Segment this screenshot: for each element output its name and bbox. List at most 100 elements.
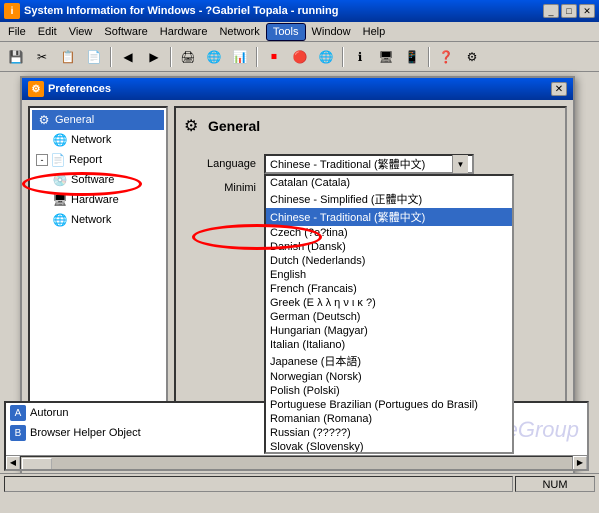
toolbar-back[interactable]: ◀ xyxy=(116,45,140,69)
lang-catalan[interactable]: Catalan (Catala) xyxy=(266,176,512,190)
browser-helper-icon: B xyxy=(10,425,26,441)
menu-view[interactable]: View xyxy=(63,24,99,40)
status-right: NUM xyxy=(515,476,595,492)
content-title-text: General xyxy=(208,118,260,134)
window-title: System Information for Windows - ?Gabrie… xyxy=(24,5,539,17)
toolbar-phone[interactable]: 📱 xyxy=(400,45,424,69)
selected-language-text: Chinese - Traditional (繁體中文) xyxy=(270,156,452,172)
scroll-track[interactable] xyxy=(20,456,573,470)
lang-chinese-traditional[interactable]: Chinese - Traditional (繁體中文) xyxy=(266,208,512,226)
main-area: ⚙ Preferences ✕ ⚙ General 🌐 Network - 📄 … xyxy=(0,72,599,493)
scroll-thumb[interactable] xyxy=(22,458,52,470)
menu-bar: File Edit View Software Hardware Network… xyxy=(0,22,599,42)
dialog-close-button[interactable]: ✕ xyxy=(551,82,567,96)
menu-tools[interactable]: Tools xyxy=(266,23,306,41)
content-panel: ⚙ General Language Chinese - Traditional… xyxy=(174,106,567,428)
lang-german[interactable]: German (Deutsch) xyxy=(266,310,512,324)
menu-help[interactable]: Help xyxy=(357,24,392,40)
lang-english[interactable]: English xyxy=(266,268,512,282)
toolbar-save[interactable]: 💾 xyxy=(4,45,28,69)
toolbar-sep4 xyxy=(342,47,344,67)
toolbar-chart[interactable]: 📊 xyxy=(228,45,252,69)
toolbar-fwd[interactable]: ▶ xyxy=(142,45,166,69)
status-bar: NUM xyxy=(0,473,599,493)
language-label: Language xyxy=(184,158,264,170)
dialog-title-text: Preferences xyxy=(48,83,547,95)
lang-russian[interactable]: Russian (?????) xyxy=(266,426,512,440)
status-left xyxy=(4,476,513,492)
menu-hardware[interactable]: Hardware xyxy=(154,24,214,40)
toolbar-info[interactable]: ℹ xyxy=(348,45,372,69)
scroll-right-btn[interactable]: ▶ xyxy=(573,456,587,470)
lang-japanese[interactable]: Japanese (日本語) xyxy=(266,352,512,370)
menu-network[interactable]: Network xyxy=(213,24,265,40)
toolbar-settings[interactable]: ⚙ xyxy=(460,45,484,69)
lang-portuguese[interactable]: Portuguese Brazilian (Portugues do Brasi… xyxy=(266,398,512,412)
dialog-body: ⚙ General 🌐 Network - 📄 Report 💿 Softwar… xyxy=(22,100,573,434)
report-icon: 📄 xyxy=(50,152,66,168)
tree-report-label: Report xyxy=(69,154,102,166)
tree-panel: ⚙ General 🌐 Network - 📄 Report 💿 Softwar… xyxy=(28,106,168,428)
report-expand[interactable]: - xyxy=(36,154,48,166)
lang-hungarian[interactable]: Hungarian (Magyar) xyxy=(266,324,512,338)
toolbar-monitor[interactable]: 🖥 xyxy=(374,45,398,69)
tree-item-software[interactable]: 💿 Software xyxy=(32,170,164,190)
language-dropdown-container: Chinese - Traditional (繁體中文) ▼ Catalan (… xyxy=(264,154,474,174)
lang-slovak[interactable]: Slovak (Slovensky) xyxy=(266,440,512,454)
bottom-scrollbar[interactable]: ◀ ▶ xyxy=(6,455,587,469)
dialog-icon: ⚙ xyxy=(28,81,44,97)
lang-romanian[interactable]: Romanian (Romana) xyxy=(266,412,512,426)
tree-item-network[interactable]: 🌐 Network xyxy=(32,130,164,150)
lang-norwegian[interactable]: Norwegian (Norsk) xyxy=(266,370,512,384)
scroll-left-btn[interactable]: ◀ xyxy=(6,456,20,470)
minimize-label: Minimi xyxy=(184,182,264,194)
toolbar-stop[interactable]: ⏹ xyxy=(262,45,286,69)
hardware-icon: 🖥 xyxy=(52,192,68,208)
toolbar-paste[interactable]: 📄 xyxy=(82,45,106,69)
maximize-button[interactable]: □ xyxy=(561,4,577,18)
window-controls[interactable]: _ □ ✕ xyxy=(543,4,595,18)
tree-item-report[interactable]: - 📄 Report xyxy=(32,150,164,170)
network-icon: 🌐 xyxy=(52,132,68,148)
toolbar-sep2 xyxy=(170,47,172,67)
language-dropdown[interactable]: Chinese - Traditional (繁體中文) ▼ xyxy=(264,154,474,174)
browser-helper-label: Browser Helper Object xyxy=(30,427,141,439)
lang-greek[interactable]: Greek (Ε λ λ η ν ι κ ?) xyxy=(266,296,512,310)
tree-item-hardware[interactable]: 🖥 Hardware xyxy=(32,190,164,210)
autorun-label: Autorun xyxy=(30,407,69,419)
autorun-icon: A xyxy=(10,405,26,421)
toolbar-copy[interactable]: 📋 xyxy=(56,45,80,69)
toolbar-help[interactable]: ❓ xyxy=(434,45,458,69)
minimize-button[interactable]: _ xyxy=(543,4,559,18)
lang-french[interactable]: French (Francais) xyxy=(266,282,512,296)
menu-edit[interactable]: Edit xyxy=(32,24,63,40)
content-title: ⚙ General xyxy=(184,116,557,142)
toolbar-red[interactable]: 🔴 xyxy=(288,45,312,69)
lang-dutch[interactable]: Dutch (Nederlands) xyxy=(266,254,512,268)
lang-polish[interactable]: Polish (Polski) xyxy=(266,384,512,398)
toolbar-web[interactable]: 🌐 xyxy=(202,45,226,69)
lang-danish[interactable]: Danish (Dansk) xyxy=(266,240,512,254)
general-icon: ⚙ xyxy=(36,112,52,128)
toolbar-sep1 xyxy=(110,47,112,67)
toolbar-globe[interactable]: 🌐 xyxy=(314,45,338,69)
dialog-title-bar: ⚙ Preferences ✕ xyxy=(22,78,573,100)
menu-file[interactable]: File xyxy=(2,24,32,40)
menu-software[interactable]: Software xyxy=(98,24,153,40)
close-button[interactable]: ✕ xyxy=(579,4,595,18)
lang-chinese-simplified[interactable]: Chinese - Simplified (正體中文) xyxy=(266,190,512,208)
dropdown-arrow-icon[interactable]: ▼ xyxy=(452,155,468,173)
tree-item-network2[interactable]: 🌐 Network xyxy=(32,210,164,230)
toolbar-print[interactable]: 🖨 xyxy=(176,45,200,69)
software-icon: 💿 xyxy=(52,172,68,188)
tree-network2-label: Network xyxy=(71,214,111,226)
toolbar-cut[interactable]: ✂ xyxy=(30,45,54,69)
tree-hardware-label: Hardware xyxy=(71,194,119,206)
toolbar: 💾 ✂ 📋 📄 ◀ ▶ 🖨 🌐 📊 ⏹ 🔴 🌐 ℹ 🖥 📱 ❓ ⚙ xyxy=(0,42,599,72)
lang-czech[interactable]: Czech (?e?tina) xyxy=(266,226,512,240)
toolbar-sep3 xyxy=(256,47,258,67)
lang-italian[interactable]: Italian (Italiano) xyxy=(266,338,512,352)
tree-item-general[interactable]: ⚙ General xyxy=(32,110,164,130)
language-list[interactable]: Catalan (Catala) Chinese - Simplified (正… xyxy=(264,174,514,454)
menu-window[interactable]: Window xyxy=(306,24,357,40)
